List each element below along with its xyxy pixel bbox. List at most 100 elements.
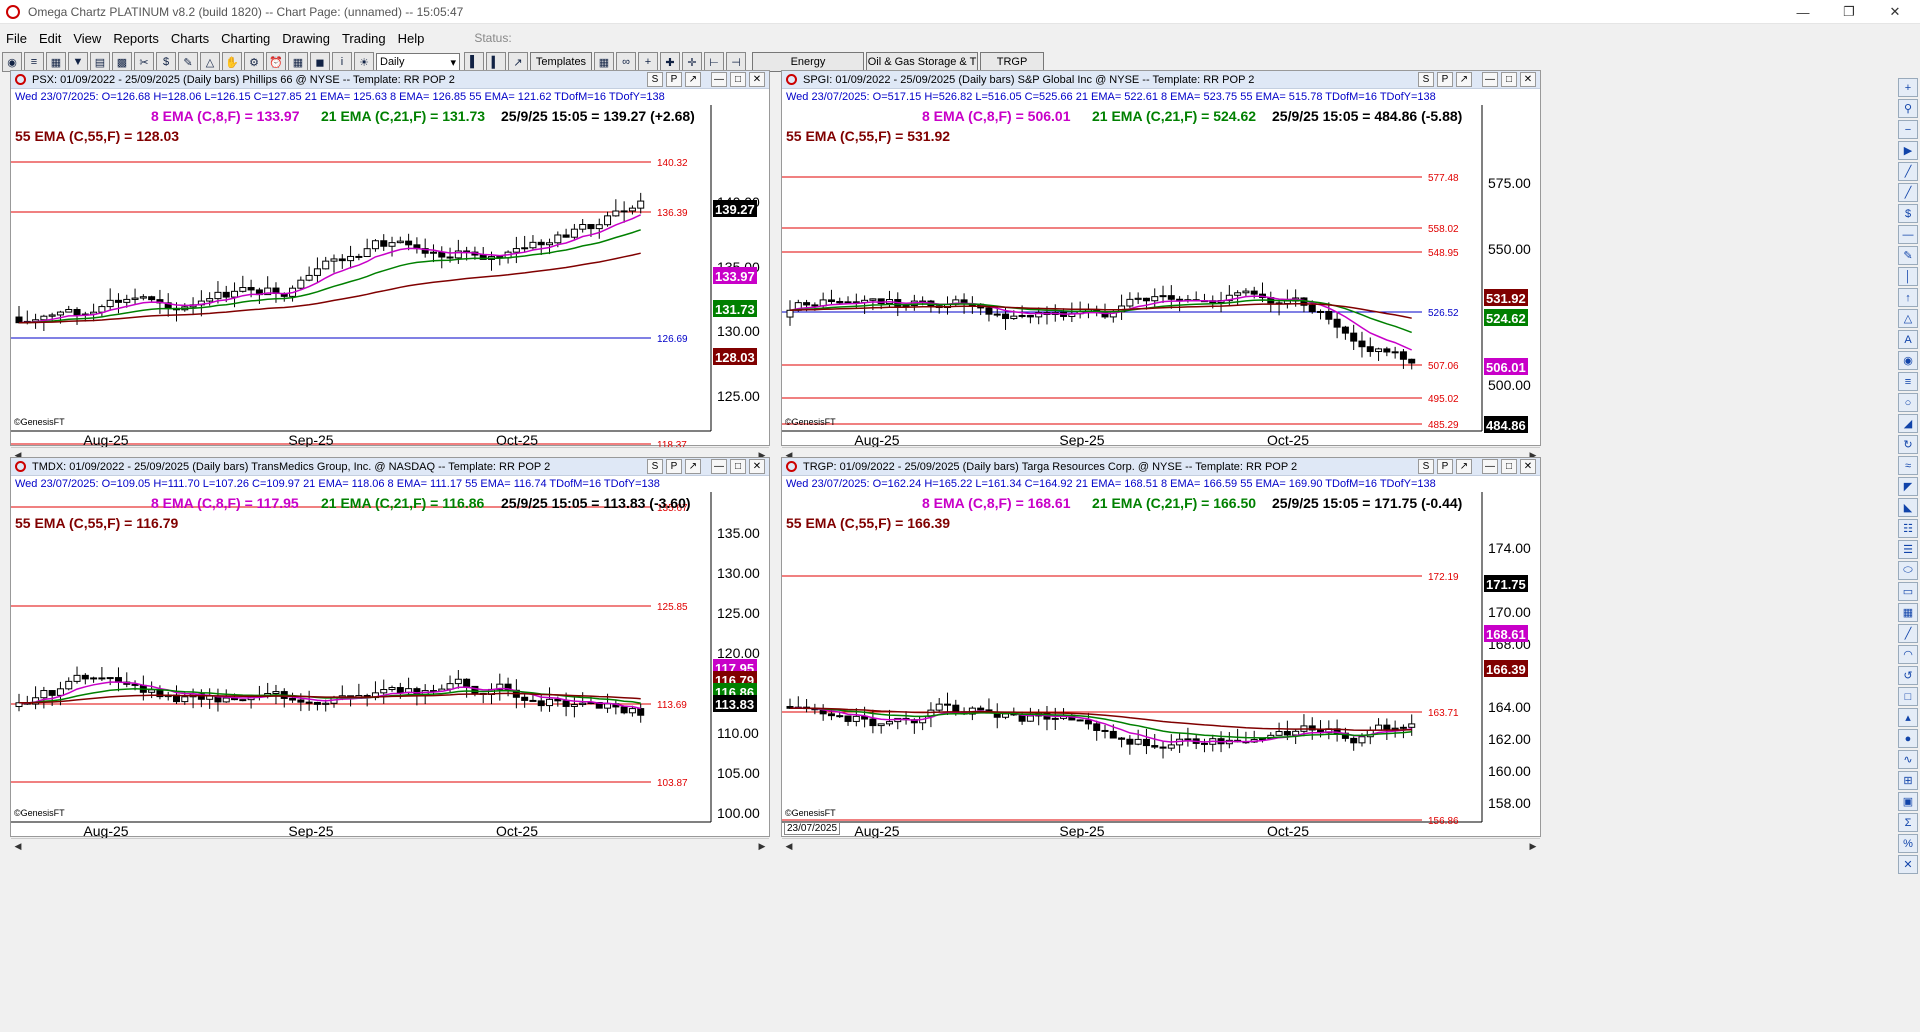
chart-icon[interactable]: ▦: [46, 52, 66, 72]
fib-time-icon[interactable]: ☷: [1898, 519, 1918, 538]
sigma-icon[interactable]: Σ: [1898, 813, 1918, 832]
crosshair-alt-icon[interactable]: ✛: [682, 52, 702, 72]
close-chart-icon[interactable]: ✕: [1520, 72, 1536, 87]
speed-icon[interactable]: ◣: [1898, 498, 1918, 517]
filter-icon[interactable]: ▼: [68, 52, 88, 72]
minimize-chart-icon[interactable]: —: [711, 72, 727, 87]
chart-panel-trgp[interactable]: TRGP: 01/09/2022 - 25/09/2025 (Daily bar…: [781, 457, 1541, 854]
maximize-chart-icon[interactable]: □: [730, 72, 746, 87]
zoom-in-icon[interactable]: +: [1898, 78, 1918, 97]
popout-icon[interactable]: ↗: [685, 72, 701, 87]
marker-icon[interactable]: ●: [1898, 729, 1918, 748]
pen-icon[interactable]: ✎: [1898, 246, 1918, 265]
maximize-chart-icon[interactable]: □: [1501, 459, 1517, 474]
maximize-chart-icon[interactable]: □: [1501, 72, 1517, 87]
pencil-icon[interactable]: ✎: [178, 52, 198, 72]
templates-button[interactable]: Templates: [530, 52, 592, 72]
menu-view[interactable]: View: [73, 31, 101, 46]
candle-chart-icon[interactable]: ▍: [486, 52, 506, 72]
p-button[interactable]: P: [666, 459, 682, 474]
minimize-chart-icon[interactable]: —: [711, 459, 727, 474]
circle-icon[interactable]: ○: [1898, 393, 1918, 412]
grid-tool-icon[interactable]: ▦: [1898, 603, 1918, 622]
ellipse-icon[interactable]: ⬭: [1898, 561, 1918, 580]
link-icon[interactable]: ∞: [616, 52, 636, 72]
tools-icon[interactable]: ⚙: [244, 52, 264, 72]
p-button[interactable]: P: [1437, 72, 1453, 87]
vline-icon[interactable]: │: [1898, 267, 1918, 286]
text-icon[interactable]: A: [1898, 330, 1918, 349]
tab-energy[interactable]: Energy: [752, 52, 864, 72]
restore-icon[interactable]: ❐: [1826, 0, 1872, 24]
close-icon[interactable]: ✕: [1872, 0, 1918, 24]
menu-charting[interactable]: Charting: [221, 31, 270, 46]
s-button[interactable]: S: [647, 459, 663, 474]
scroll-right-icon[interactable]: ▶: [1526, 839, 1540, 854]
hand-icon[interactable]: ✋: [222, 52, 242, 72]
regression-icon[interactable]: ╱: [1898, 624, 1918, 643]
s-button[interactable]: S: [1418, 459, 1434, 474]
dollar-icon[interactable]: $: [156, 52, 176, 72]
chart-panel-spgi[interactable]: SPGI: 01/09/2022 - 25/09/2025 (Daily bar…: [781, 70, 1541, 463]
spiral-icon[interactable]: ↺: [1898, 666, 1918, 685]
price-chart[interactable]: 135.67125.85113.69103.87135.00130.00125.…: [11, 492, 769, 838]
popout-icon[interactable]: ↗: [685, 459, 701, 474]
zoom-out-icon[interactable]: −: [1898, 120, 1918, 139]
arc-icon[interactable]: ◠: [1898, 645, 1918, 664]
chart-panel-psx[interactable]: PSX: 01/09/2022 - 25/09/2025 (Daily bars…: [10, 70, 770, 463]
andrews-icon[interactable]: ☰: [1898, 540, 1918, 559]
minimize-chart-icon[interactable]: —: [1482, 72, 1498, 87]
info-icon[interactable]: i: [332, 52, 352, 72]
split-icon[interactable]: ⊢: [704, 52, 724, 72]
rect-icon[interactable]: ▭: [1898, 582, 1918, 601]
triangle-icon[interactable]: △: [1898, 309, 1918, 328]
menu-trading[interactable]: Trading: [342, 31, 386, 46]
crosshair-icon[interactable]: ✚: [660, 52, 680, 72]
open-icon[interactable]: ◉: [2, 52, 22, 72]
popout-icon[interactable]: ↗: [1456, 459, 1472, 474]
line-chart-icon[interactable]: ↗: [508, 52, 528, 72]
box-icon[interactable]: □: [1898, 687, 1918, 706]
close-chart-icon[interactable]: ✕: [749, 459, 765, 474]
hline-icon[interactable]: —: [1898, 225, 1918, 244]
period-select[interactable]: Daily ▾: [376, 53, 460, 71]
menu-edit[interactable]: Edit: [39, 31, 61, 46]
popout-icon[interactable]: ↗: [1456, 72, 1472, 87]
scroll-left-icon[interactable]: ◀: [11, 839, 25, 854]
s-button[interactable]: S: [647, 72, 663, 87]
scroll-left-icon[interactable]: ◀: [782, 839, 796, 854]
drawing-icon[interactable]: △: [200, 52, 220, 72]
minimize-icon[interactable]: —: [1780, 0, 1826, 24]
percent-icon[interactable]: %: [1898, 834, 1918, 853]
fib-icon[interactable]: ≡: [1898, 372, 1918, 391]
menu-help[interactable]: Help: [398, 31, 425, 46]
disk-icon[interactable]: ◼: [310, 52, 330, 72]
fan-icon[interactable]: ◤: [1898, 477, 1918, 496]
menu-file[interactable]: File: [6, 31, 27, 46]
wave-icon[interactable]: ≈: [1898, 456, 1918, 475]
maximize-chart-icon[interactable]: □: [730, 459, 746, 474]
cycle-icon[interactable]: ↻: [1898, 435, 1918, 454]
arrow-up-icon[interactable]: ↑: [1898, 288, 1918, 307]
tab-oil-gas-storage[interactable]: Oil & Gas Storage & T: [866, 52, 978, 72]
ruler-icon[interactable]: ⊞: [1898, 771, 1918, 790]
menu-reports[interactable]: Reports: [113, 31, 159, 46]
price-chart[interactable]: 140.32136.39126.69118.37140.00135.00130.…: [11, 105, 769, 447]
chart-panel-tmdx[interactable]: TMDX: 01/09/2022 - 25/09/2025 (Daily bar…: [10, 457, 770, 854]
tab-trgp[interactable]: TRGP: [980, 52, 1044, 72]
minimize-chart-icon[interactable]: —: [1482, 459, 1498, 474]
label-icon[interactable]: ▣: [1898, 792, 1918, 811]
paint-icon[interactable]: ◉: [1898, 351, 1918, 370]
trendline-icon[interactable]: ╱: [1898, 162, 1918, 181]
cut-icon[interactable]: ✂: [134, 52, 154, 72]
p-button[interactable]: P: [666, 72, 682, 87]
weather-icon[interactable]: ☀: [354, 52, 374, 72]
bar-chart-icon[interactable]: ▌: [464, 52, 484, 72]
select-icon[interactable]: ▶: [1898, 141, 1918, 160]
price-chart[interactable]: 577.48 558.02 548.95 526.52 507.06 495.02 485.…: [782, 105, 1540, 447]
menu-charts[interactable]: Charts: [171, 31, 209, 46]
channel-icon[interactable]: ╱: [1898, 183, 1918, 202]
tri-tool-icon[interactable]: ▴: [1898, 708, 1918, 727]
delete-icon[interactable]: ✕: [1898, 855, 1918, 874]
close-chart-icon[interactable]: ✕: [749, 72, 765, 87]
